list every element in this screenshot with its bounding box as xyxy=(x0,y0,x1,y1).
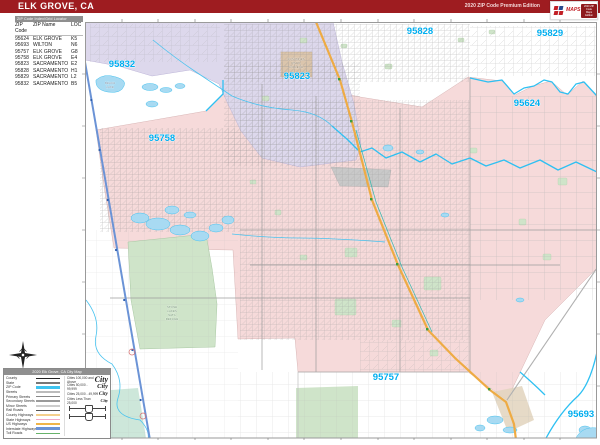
svg-text:COLLEGE: COLLEGE xyxy=(289,65,303,69)
page-title: ELK GROVE, CA xyxy=(18,1,94,11)
zip-label-95693: 95693 xyxy=(568,409,594,420)
legend-city-row: Cities Less Than 25,000 City xyxy=(67,397,108,404)
zip-label-95757: 95757 xyxy=(373,372,399,383)
highway-diagram xyxy=(67,404,108,412)
zip-index-rows: 95624 ELK GROVE K5 95693 WILTON N6 95757… xyxy=(15,36,83,87)
compass-rose-icon xyxy=(6,338,40,372)
zip-label-95758: 95758 xyxy=(149,133,175,144)
logo-brand-text: MAPS xyxy=(566,8,580,13)
svg-text:LAKE: LAKE xyxy=(106,85,114,89)
table-row: 95832 SACRAMENTO B5 xyxy=(15,81,83,87)
zip-label-95828: 95828 xyxy=(407,26,433,37)
title-bar: ELK GROVE, CA 2020 ZIP Code Premium Edit… xyxy=(0,0,600,13)
zip-label-95829: 95829 xyxy=(537,28,563,39)
logo-marks-icon xyxy=(553,6,566,16)
legend-city-sizes: Cities 100,000 and Above City Cities 50,… xyxy=(64,376,108,436)
zip-index-table: ZIP Code Index/Grid Locator ZIP Code ZIP… xyxy=(15,16,83,87)
map-legend: 2020 Elk Grove, CA City Map County State… xyxy=(3,368,111,439)
zip-label-95823: 95823 xyxy=(284,71,310,82)
legend-line-items: County State ZIP Code Streets xyxy=(6,376,64,436)
zip-index-columns: ZIP Code ZIP Name LOC xyxy=(15,22,83,36)
legend-city-row: Cities 50,000 - 99,999 City xyxy=(67,383,108,390)
zip-label-95832: 95832 xyxy=(109,59,135,70)
edition-label: 2020 ZIP Code Premium Edition xyxy=(465,3,540,9)
zip-label-95624: 95624 xyxy=(514,98,541,109)
logo-badge: 2020 ZIP Code Maps Edition xyxy=(581,4,597,18)
svg-text:REFUGE: REFUGE xyxy=(166,317,179,321)
highway-diagram xyxy=(67,412,108,420)
publisher-logo: MAPS 2020 ZIP Code Maps Edition xyxy=(550,1,598,20)
legend-item: Toll Roads xyxy=(6,431,64,436)
